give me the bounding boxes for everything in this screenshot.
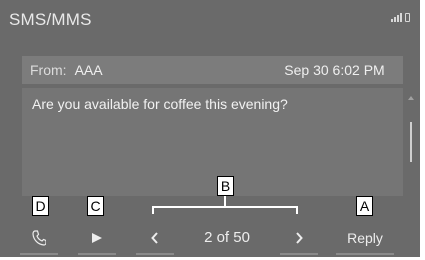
phone-status-icon (405, 13, 410, 22)
callout-c: C (87, 196, 104, 216)
chevron-right-icon (296, 232, 303, 244)
sms-screen: SMS/MMS From: AAA Sep 30 6:02 PM Are you… (0, 0, 420, 257)
message-counter: 2 of 50 (204, 229, 250, 246)
callout-b: B (217, 176, 234, 196)
scrollbar[interactable] (407, 88, 415, 196)
message-body[interactable]: Are you available for coffee this evenin… (22, 88, 403, 196)
reply-button[interactable]: Reply (334, 224, 396, 255)
reply-underline (336, 253, 394, 255)
from-label: From: (30, 62, 67, 78)
play-icon (92, 233, 102, 243)
previous-message-button[interactable] (134, 224, 176, 255)
chevron-left-icon (151, 232, 158, 244)
play-button[interactable] (76, 224, 118, 255)
callout-b-bracket (152, 206, 298, 214)
phone-icon (32, 230, 46, 246)
status-bar (391, 13, 410, 22)
scroll-up-icon[interactable] (408, 96, 414, 100)
callout-a: A (356, 196, 373, 216)
from-value: AAA (74, 62, 103, 78)
play-underline (78, 253, 116, 255)
reply-label: Reply (347, 230, 383, 246)
signal-strength-icon (391, 13, 402, 22)
from-field: From: AAA (22, 56, 270, 84)
callout-d: D (32, 196, 49, 216)
scroll-thumb[interactable] (410, 122, 412, 162)
screen-title: SMS/MMS (9, 10, 92, 29)
next-underline (280, 253, 318, 255)
prev-underline (136, 253, 174, 255)
call-underline (20, 253, 58, 255)
call-button[interactable] (18, 224, 60, 255)
next-message-button[interactable] (278, 224, 320, 255)
message-date: Sep 30 6:02 PM (266, 56, 403, 84)
message-text: Are you available for coffee this evenin… (32, 96, 288, 112)
